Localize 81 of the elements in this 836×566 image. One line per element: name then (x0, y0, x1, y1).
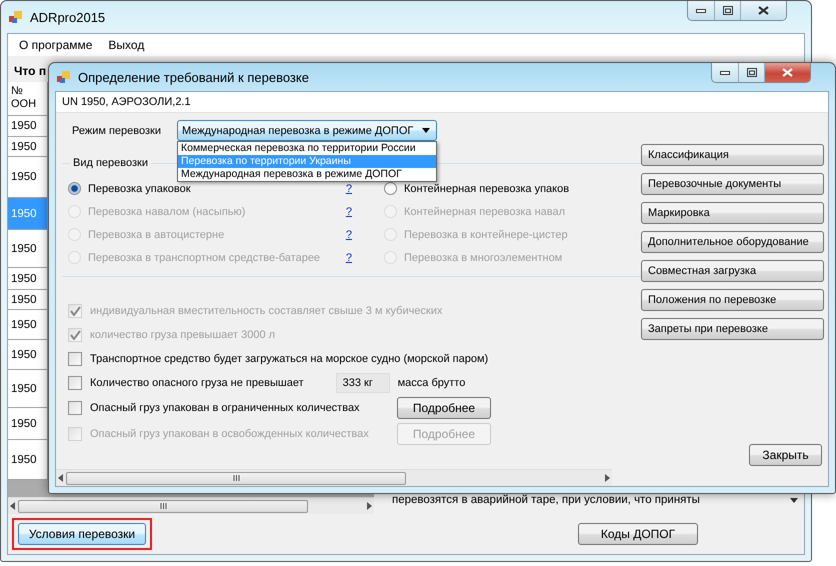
group-title: Вид перевозки (72, 157, 149, 169)
table-cell[interactable]: 1950 (8, 340, 48, 370)
horizontal-scrollbar[interactable] (8, 497, 374, 514)
scrollbar-thumb[interactable] (18, 500, 308, 512)
side-button[interactable]: Дополнительное оборудование (641, 231, 824, 253)
radio-label: Перевозка в автоцистерне (88, 228, 224, 240)
radio-button[interactable] (68, 182, 81, 195)
codes-button[interactable]: Коды ДОПОГ (578, 523, 698, 545)
close-icon (782, 68, 793, 77)
radio-label: Перевозка в многоэлементном (404, 252, 562, 264)
table-cell[interactable]: 1950 (8, 116, 48, 137)
side-button[interactable]: Перевозочные документы (641, 173, 824, 195)
table-cell[interactable]: 1950 (8, 408, 48, 440)
radio-label: Контейнерная перевозка упаков (404, 182, 570, 194)
minimize-button[interactable] (712, 63, 738, 82)
maximize-icon (722, 6, 732, 15)
description-text: перевозятся в аварийной таре, при условии, что приняты (392, 494, 700, 506)
minimize-icon (696, 8, 706, 12)
radio-label: Перевозка навалом (насыпью) (88, 206, 246, 218)
radio-label: Перевозка упаковок (88, 182, 191, 194)
amount-field[interactable]: 333 кг (336, 373, 390, 393)
radio-label: Перевозка в транспортном средстве-батарее (88, 252, 320, 264)
app-icon (57, 70, 72, 84)
help-link[interactable]: ? (346, 182, 352, 194)
window-title: ADRpro2015 (30, 10, 106, 24)
substance-name: UN 1950, АЭРОЗОЛИ,2.1 (56, 92, 828, 113)
close-dialog-button[interactable]: Закрыть (749, 444, 822, 466)
side-button[interactable]: Положения по перевозке (641, 289, 824, 311)
column-header[interactable]: № ООН (8, 82, 48, 116)
table-cell[interactable]: 1950 (8, 230, 48, 268)
checkbox[interactable] (68, 352, 82, 366)
caret-icon (422, 128, 430, 133)
menu-item[interactable]: О программе (12, 36, 100, 54)
minimize-button[interactable] (688, 1, 714, 20)
scrollbar-thumb[interactable] (66, 472, 406, 484)
dialog-title: Определение требований к перевозке (78, 70, 309, 84)
table-cell[interactable]: 1950 (8, 268, 48, 290)
table-cell[interactable]: 1950 (8, 290, 48, 310)
radio-label: Контейнерная перевозка навал (404, 206, 566, 218)
close-icon (758, 6, 769, 15)
close-button[interactable] (764, 63, 810, 82)
checkbox-label: количество груза превышает 3000 л (90, 329, 276, 341)
minimize-icon (720, 70, 730, 74)
scroll-right-icon[interactable] (366, 502, 372, 510)
side-button[interactable]: Маркировка (641, 202, 824, 224)
dropdown-option[interactable]: Международная перевозка в режиме ДОПОГ (178, 168, 436, 181)
horizontal-scrollbar[interactable] (56, 469, 612, 486)
side-button[interactable]: Классификация (641, 144, 824, 166)
radio-label: Перевозка в контейнере-цистер (404, 228, 568, 240)
table-cell[interactable]: 1950 (8, 370, 48, 408)
maximize-icon (746, 68, 756, 77)
table-cell[interactable]: 1950 (8, 157, 48, 198)
table-cell[interactable]: 1950 (8, 440, 48, 480)
dropdown-option[interactable]: Коммерческая перевозка по территории России (178, 142, 436, 155)
mode-label: Режим перевозки (72, 124, 161, 136)
checkbox[interactable] (68, 401, 82, 415)
app-icon (9, 10, 24, 24)
scroll-left-icon[interactable] (58, 474, 64, 482)
table-cell[interactable]: 1950 (8, 310, 48, 340)
scroll-right-icon[interactable] (604, 474, 610, 482)
side-button[interactable]: Запреты при перевозке (641, 318, 824, 340)
maximize-button[interactable] (714, 1, 740, 20)
unit-label: масса брутто (398, 377, 466, 389)
maximize-button[interactable] (738, 63, 764, 82)
conditions-button[interactable]: Условия перевозки (18, 523, 146, 545)
caret-icon[interactable] (790, 498, 798, 502)
mode-dropdown[interactable]: Международная перевозка в режиме ДОПОГ (177, 120, 437, 141)
checkbox-label: Опасный груз упакован в освобожденных количествах (90, 428, 369, 440)
side-button[interactable]: Совместная загрузка (641, 260, 824, 282)
checkbox-label: Транспортное средство будет загружаться на морское судно (морской паром) (90, 353, 488, 365)
details-button[interactable]: Подробнее (397, 397, 491, 419)
checkbox[interactable] (68, 376, 82, 390)
checkbox-label: индивидуальная вместительность составляет свыше 3 м кубических (90, 305, 442, 317)
checkbox-label: Опасный груз упакован в ограниченных количествах (90, 402, 360, 414)
menu-item[interactable]: Выход (101, 36, 152, 54)
table-cell[interactable]: 1950 (8, 137, 48, 157)
scroll-left-icon[interactable] (10, 502, 16, 510)
radio-button[interactable] (384, 182, 397, 195)
section-label: Что п (13, 63, 48, 80)
checkbox-label: Количество опасного груза не превышает (90, 377, 304, 389)
close-button[interactable] (740, 1, 786, 20)
